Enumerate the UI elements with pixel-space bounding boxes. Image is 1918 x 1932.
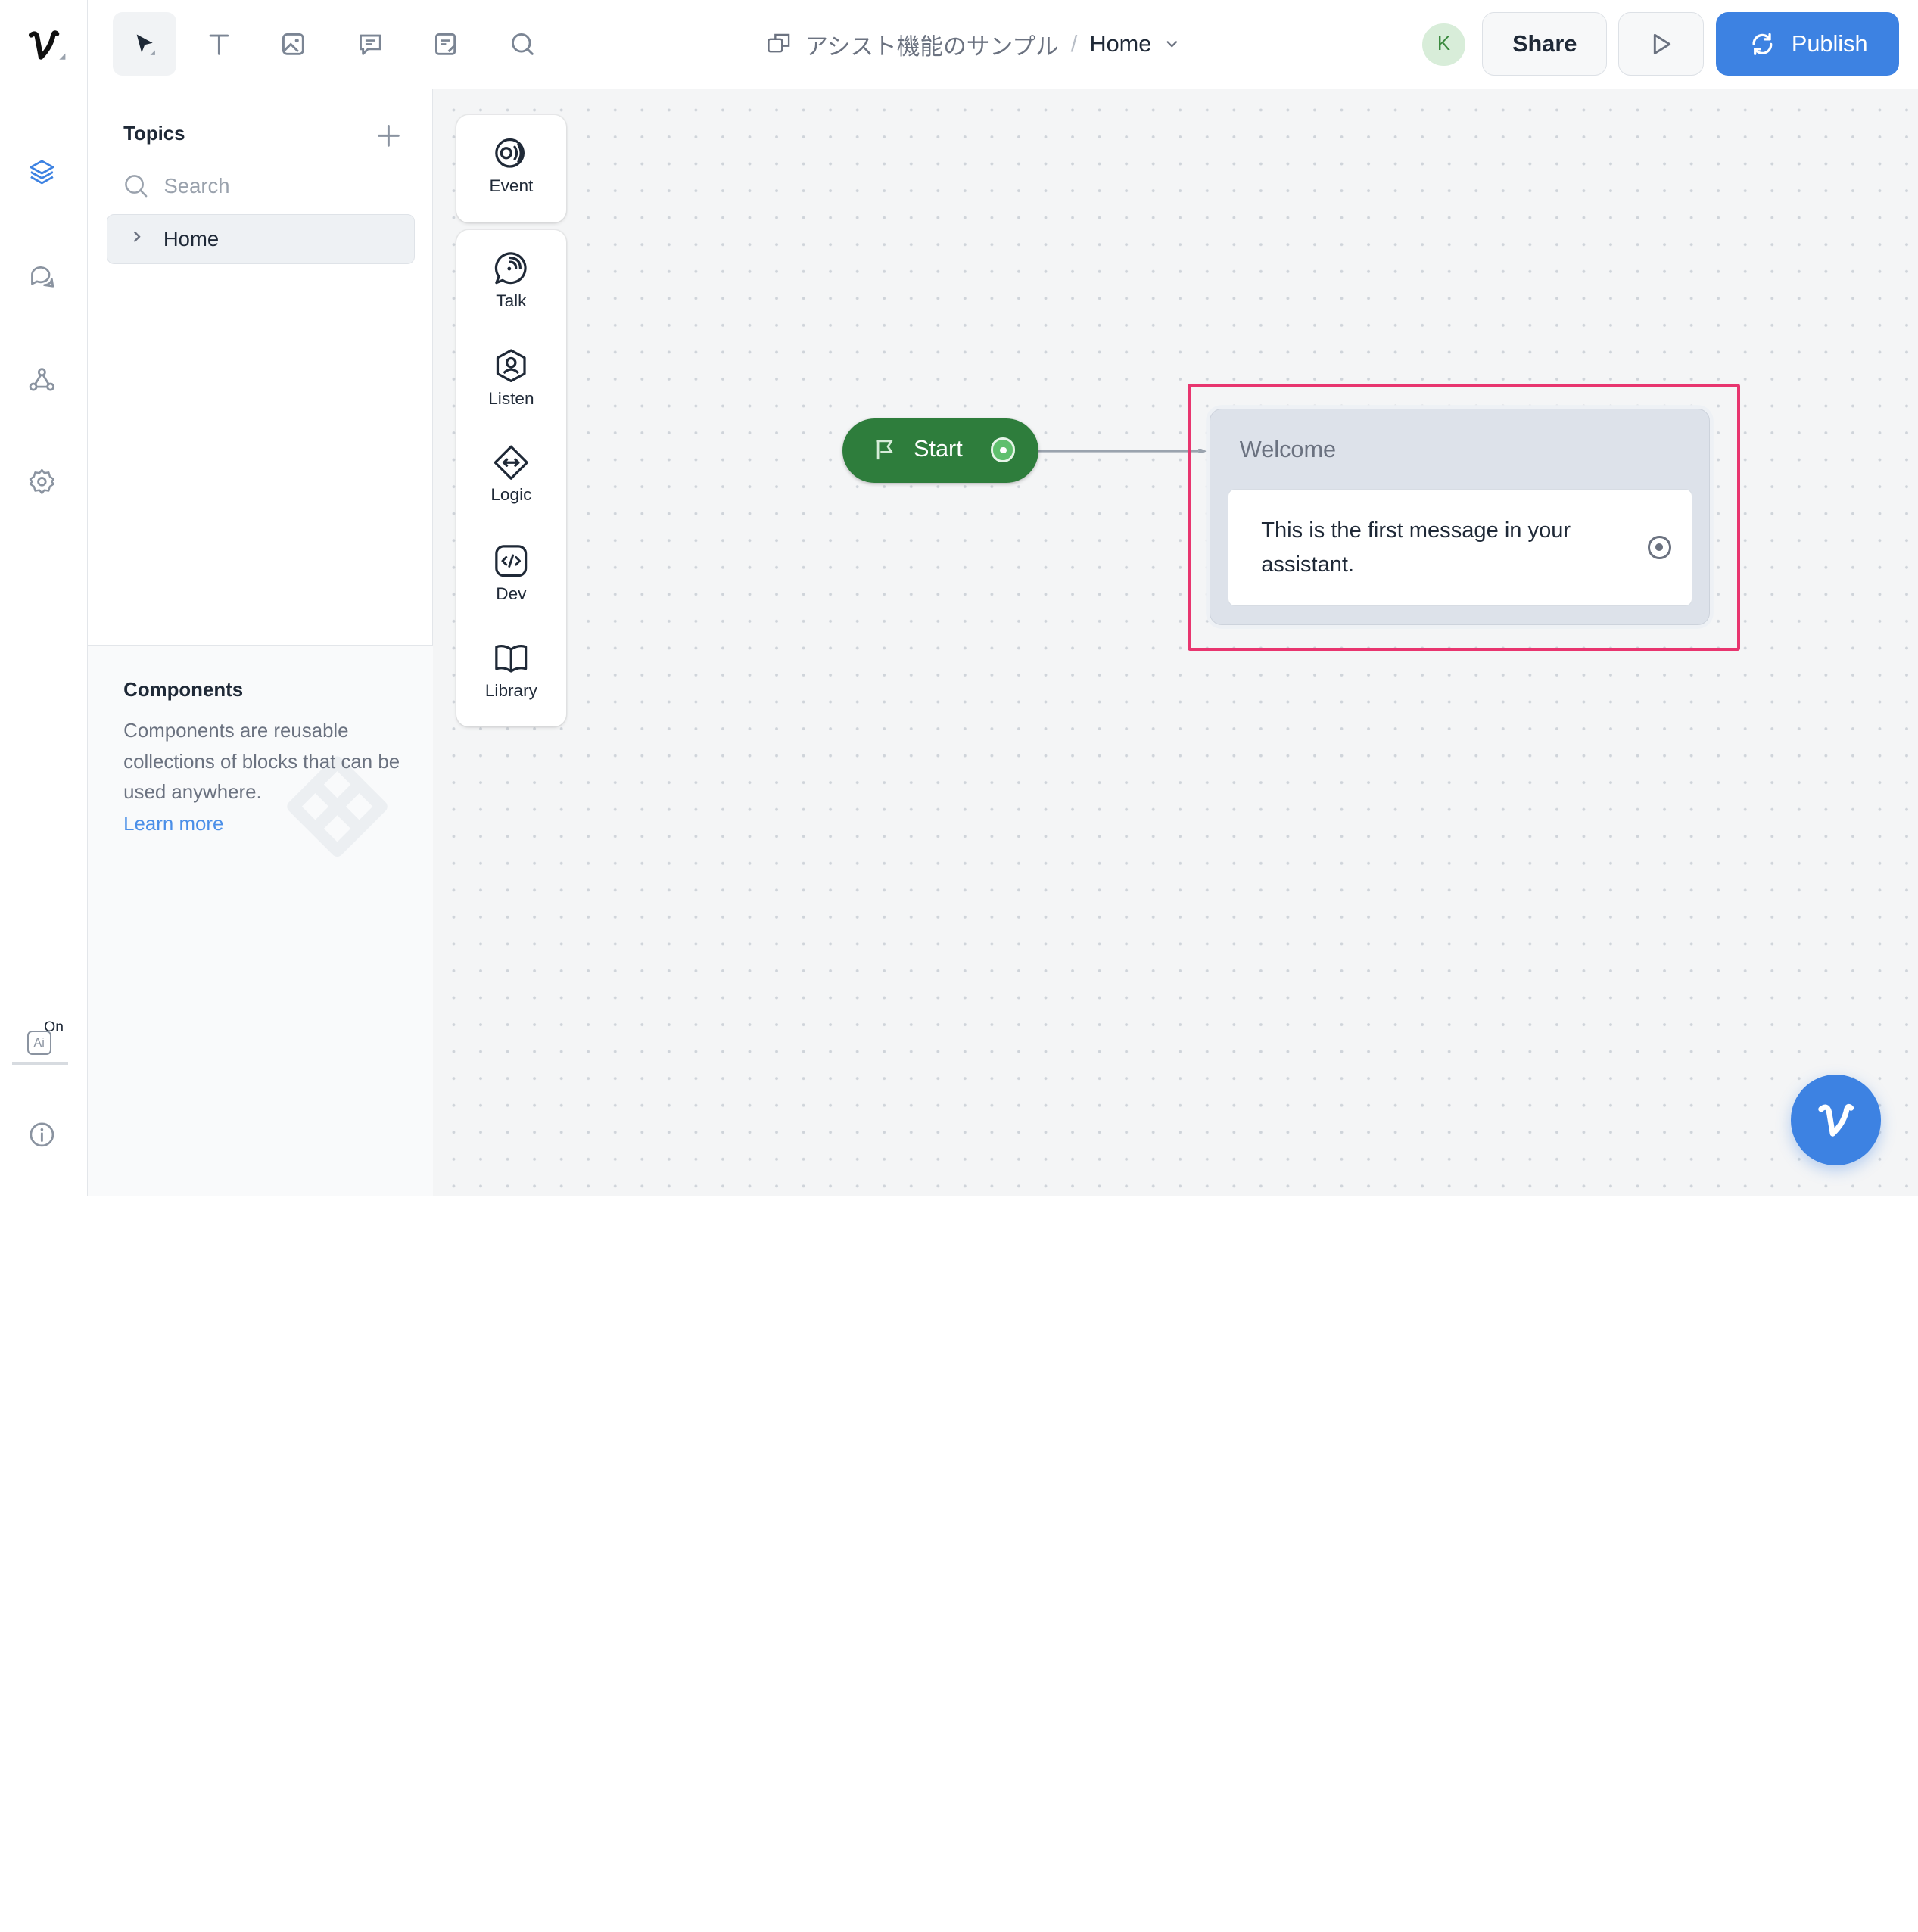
book-icon	[495, 645, 528, 673]
step-event[interactable]: Event	[456, 135, 566, 196]
event-step-group: Event	[456, 114, 567, 223]
comment-icon	[360, 34, 381, 55]
note-tool-button[interactable]	[415, 12, 478, 76]
info-icon	[30, 1122, 54, 1147]
share-button[interactable]: Share	[1482, 12, 1608, 76]
breadcrumb-separator: /	[1070, 30, 1078, 58]
topics-search[interactable]: Search	[123, 170, 230, 202]
step-logic[interactable]: Logic	[456, 444, 566, 506]
note-icon	[435, 33, 457, 55]
topics-panel: Topics Search Home Components Components…	[88, 89, 433, 1196]
search-icon	[124, 174, 147, 198]
components-section: Components Components are reusable colle…	[88, 644, 433, 1196]
image-icon	[282, 33, 305, 55]
components-title: Components	[123, 679, 244, 701]
image-tool-button[interactable]	[262, 12, 325, 76]
pointer-tool-button[interactable]	[112, 12, 176, 76]
assistant-chat-button[interactable]	[1790, 1075, 1882, 1165]
rail-item-conversations[interactable]	[24, 260, 58, 294]
components-description: Components are reusable collections of b…	[123, 720, 400, 803]
app-logo[interactable]	[0, 0, 89, 89]
publish-label: Publish	[1791, 30, 1868, 58]
conversations-icon	[30, 266, 54, 288]
rail-item-designer[interactable]	[24, 155, 58, 189]
sidebar-item-home[interactable]: Home	[106, 213, 415, 264]
step-talk-label: Talk	[496, 291, 527, 310]
add-topic-icon[interactable]	[374, 121, 403, 151]
logic-icon	[494, 445, 529, 480]
code-icon	[495, 545, 528, 577]
listen-icon	[497, 349, 526, 382]
topics-title: Topics	[123, 123, 185, 145]
layers-icon	[30, 160, 54, 185]
start-output-port[interactable]	[990, 437, 1016, 462]
learn-more-link[interactable]: Learn more	[123, 814, 223, 835]
step-library[interactable]: Library	[456, 639, 566, 701]
ai-state-label: On	[44, 1018, 64, 1035]
step-listen-label: Listen	[488, 388, 534, 408]
start-label: Start	[913, 435, 963, 462]
step-listen[interactable]: Listen	[456, 347, 566, 409]
project-name[interactable]: アシスト機能のサンプル	[805, 27, 1058, 61]
steps-toolbox: Talk Listen Logic Dev Library	[456, 229, 567, 726]
pointer-icon	[136, 34, 156, 55]
step-talk[interactable]: Talk	[456, 250, 566, 311]
ai-assist-toggle[interactable]: Ai On	[12, 1018, 69, 1066]
text-icon	[209, 34, 229, 55]
user-avatar[interactable]: K	[1422, 23, 1465, 67]
chevron-down-icon[interactable]	[1163, 36, 1181, 53]
start-to-welcome-connector[interactable]	[1037, 448, 1208, 454]
left-rail: Ai On	[0, 89, 89, 1196]
sync-icon	[1752, 33, 1773, 55]
step-logic-label: Logic	[490, 485, 532, 505]
chevron-right-icon[interactable]	[129, 229, 147, 248]
search-icon	[511, 33, 534, 55]
app-root: アシスト機能のサンプル / Home K Share Publish Ai On…	[0, 0, 1918, 1196]
event-icon	[495, 138, 525, 168]
step-dev[interactable]: Dev	[456, 543, 566, 604]
project-icon	[768, 34, 790, 53]
run-button[interactable]	[1618, 12, 1704, 76]
step-library-label: Library	[484, 680, 537, 700]
voiceflow-logo-icon	[1818, 1103, 1854, 1137]
current-page-name[interactable]: Home	[1089, 30, 1151, 58]
flag-icon	[876, 440, 893, 460]
text-tool-button[interactable]	[187, 12, 251, 76]
rail-item-settings[interactable]	[24, 465, 58, 499]
gear-icon	[29, 469, 54, 495]
top-bar: アシスト機能のサンプル / Home K Share Publish	[0, 0, 1918, 89]
publish-button[interactable]: Publish	[1715, 12, 1900, 76]
voiceflow-logo-icon	[29, 30, 66, 60]
step-event-label: Event	[489, 176, 534, 195]
search-tool-button[interactable]	[490, 12, 554, 76]
talk-icon	[495, 251, 527, 284]
step-dev-label: Dev	[496, 584, 527, 604]
search-placeholder: Search	[163, 173, 230, 198]
comment-tool-button[interactable]	[339, 12, 403, 76]
rail-item-integrations[interactable]	[24, 362, 58, 396]
play-icon	[1653, 33, 1671, 54]
start-node[interactable]: Start	[842, 418, 1038, 484]
breadcrumb[interactable]: アシスト機能のサンプル / Home	[765, 24, 1181, 64]
integrations-icon	[29, 367, 54, 390]
topic-label: Home	[163, 226, 220, 250]
rail-item-info[interactable]	[24, 1118, 58, 1152]
selection-highlight	[1187, 384, 1741, 651]
